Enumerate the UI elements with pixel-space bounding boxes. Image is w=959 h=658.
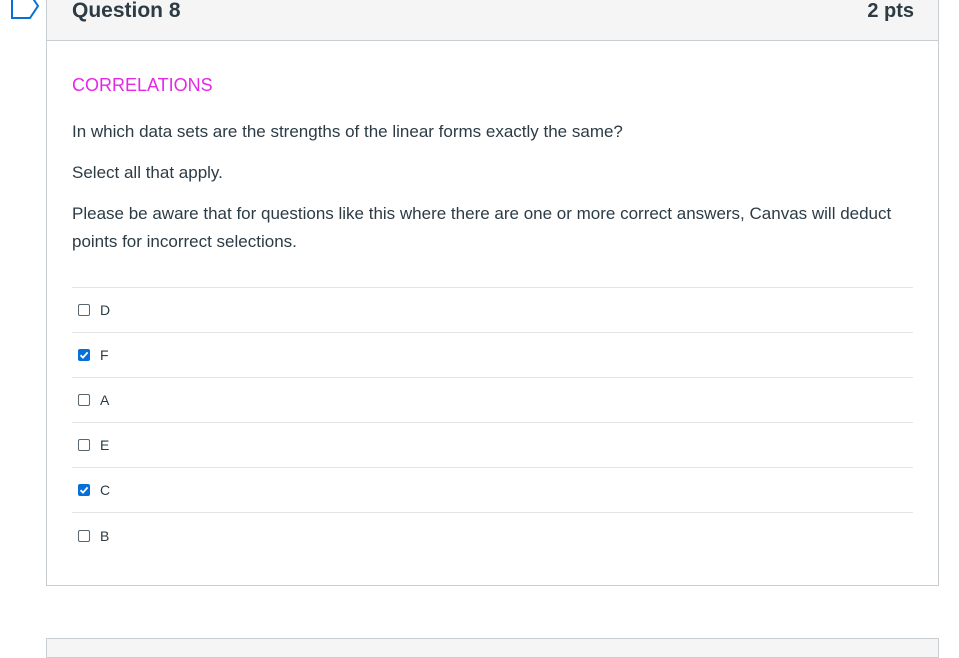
- answer-option[interactable]: B: [72, 513, 913, 558]
- answer-option[interactable]: F: [72, 333, 913, 378]
- checkmark-icon: [79, 351, 89, 359]
- question-title: Question 8: [72, 0, 181, 22]
- answer-option[interactable]: A: [72, 378, 913, 423]
- question-header: Question 8 2 pts: [47, 0, 938, 41]
- answer-option[interactable]: D: [72, 288, 913, 333]
- question-body: CORRELATIONS In which data sets are the …: [47, 41, 938, 558]
- question-points: 2 pts: [867, 0, 914, 22]
- answer-list: D F A E C B: [72, 287, 913, 558]
- answer-checkbox[interactable]: [78, 529, 90, 542]
- checkmark-icon: [79, 486, 89, 494]
- answer-option[interactable]: E: [72, 423, 913, 468]
- answer-checkbox[interactable]: [78, 484, 90, 496]
- answer-label: C: [100, 482, 111, 498]
- question-warning: Please be aware that for questions like …: [72, 204, 892, 251]
- answer-label: E: [100, 437, 110, 453]
- answer-label: F: [100, 347, 109, 363]
- flag-question-icon[interactable]: [10, 0, 40, 20]
- question-prompt: In which data sets are the strengths of …: [72, 122, 623, 141]
- answer-checkbox[interactable]: [78, 439, 90, 451]
- answer-checkbox[interactable]: [78, 394, 90, 406]
- question-instruction: Select all that apply.: [72, 163, 223, 182]
- answer-checkbox[interactable]: [78, 304, 90, 316]
- question-card: Question 8 2 pts CORRELATIONS In which d…: [46, 0, 939, 586]
- answer-label: B: [100, 527, 110, 544]
- next-question-card: [46, 638, 939, 658]
- answer-checkbox[interactable]: [78, 349, 90, 361]
- topic-heading: CORRELATIONS: [72, 75, 213, 95]
- answer-label: A: [100, 392, 110, 408]
- answer-option[interactable]: C: [72, 468, 913, 513]
- answer-label: D: [100, 302, 111, 318]
